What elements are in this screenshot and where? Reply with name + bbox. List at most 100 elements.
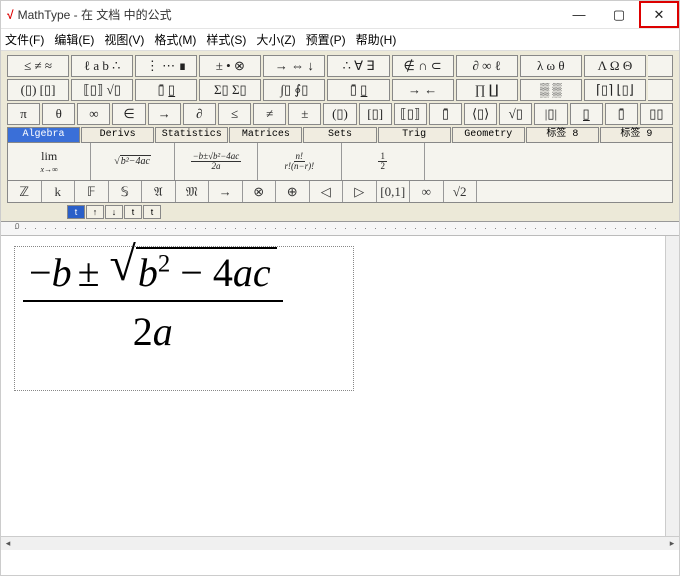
symbol-button[interactable]: k bbox=[42, 181, 76, 202]
palette-button[interactable]: θ bbox=[42, 103, 75, 125]
symbol-button[interactable]: ℤ bbox=[8, 181, 42, 202]
template-button[interactable]: 12 bbox=[342, 143, 425, 180]
palette-button[interactable]: λ ω θ bbox=[520, 55, 582, 77]
palette-button[interactable]: ∈ bbox=[112, 103, 145, 125]
palette-button[interactable]: ▯▯ bbox=[640, 103, 673, 125]
tab-matrices[interactable]: Matrices bbox=[229, 127, 302, 143]
palette-button[interactable]: ▯̄ bbox=[429, 103, 462, 125]
tab-sets[interactable]: Sets bbox=[303, 127, 376, 143]
palette-button[interactable]: π bbox=[7, 103, 40, 125]
palette-button[interactable]: → ← bbox=[392, 79, 454, 101]
palette-button[interactable]: → ⇔ ↓ bbox=[263, 55, 325, 77]
mini-button[interactable]: t bbox=[124, 205, 142, 219]
tab-标签 9[interactable]: 标签 9 bbox=[600, 127, 673, 143]
palette-button[interactable]: ∂ bbox=[183, 103, 216, 125]
palette-button[interactable]: ⟦▯⟧ √▯ bbox=[71, 79, 133, 101]
palette-button[interactable]: ▯̄ bbox=[605, 103, 638, 125]
symbol-button[interactable]: √2 bbox=[444, 181, 478, 202]
symbol-palette-row-3: πθ∞∈→∂≤≠±(▯)[▯]⟦▯⟧▯̄⟨▯⟩√▯|▯|▯̲▯̄▯▯ bbox=[7, 103, 673, 125]
template-button[interactable]: limx→∞ bbox=[8, 143, 91, 180]
menu-preset[interactable]: 预置(P) bbox=[306, 31, 346, 48]
mini-button[interactable]: ↓ bbox=[105, 205, 123, 219]
symbol-button[interactable]: ⊗ bbox=[243, 181, 277, 202]
editor-workspace[interactable]: −b ± √ b2 − 4ac 2a bbox=[1, 236, 679, 536]
symbol-button[interactable]: ▷ bbox=[343, 181, 377, 202]
palette-button[interactable]: |▯| bbox=[534, 103, 567, 125]
symbol-button[interactable] bbox=[477, 181, 672, 202]
template-row: limx→∞√b²−4ac−b±√b²−4ac2an!r!(n−r)!12 bbox=[7, 143, 673, 181]
menu-file[interactable]: 文件(F) bbox=[5, 31, 44, 48]
symbol-button[interactable]: 𝔐 bbox=[176, 181, 210, 202]
palette-button[interactable]: ⌈▯⌉ ⌊▯⌋ bbox=[584, 79, 646, 101]
symbol-button[interactable]: 𝕊 bbox=[109, 181, 143, 202]
symbol-button[interactable]: 𝔄 bbox=[142, 181, 176, 202]
symbol-button[interactable]: → bbox=[209, 181, 243, 202]
palette-button[interactable]: ▒ ▒ bbox=[520, 79, 582, 101]
mini-button[interactable]: t bbox=[143, 205, 161, 219]
tab-derivs[interactable]: Derivs bbox=[81, 127, 154, 143]
symbol-button[interactable]: 𝔽 bbox=[75, 181, 109, 202]
tab-geometry[interactable]: Geometry bbox=[452, 127, 525, 143]
symbol-button[interactable]: [0,1] bbox=[377, 181, 411, 202]
tab-statistics[interactable]: Statistics bbox=[155, 127, 228, 143]
palette-button[interactable]: (▯) [▯] bbox=[7, 79, 69, 101]
template-button[interactable]: √b²−4ac bbox=[91, 143, 174, 180]
palette-button[interactable]: Λ Ω Θ bbox=[584, 55, 646, 77]
menu-size[interactable]: 大小(Z) bbox=[256, 31, 295, 48]
palette-button[interactable]: [▯] bbox=[359, 103, 392, 125]
formula[interactable]: −b ± √ b2 − 4ac 2a bbox=[15, 247, 291, 355]
titlebar: √ MathType - 在 文档 中的公式 ― ▢ ✕ bbox=[1, 1, 679, 29]
symbol-button[interactable]: ⊕ bbox=[276, 181, 310, 202]
menu-format[interactable]: 格式(M) bbox=[154, 31, 196, 48]
palette-overflow[interactable] bbox=[648, 79, 673, 101]
palette-overflow[interactable] bbox=[648, 55, 673, 77]
template-button[interactable]: −b±√b²−4ac2a bbox=[175, 143, 258, 180]
palette-button[interactable]: ∫▯ ∮▯ bbox=[263, 79, 325, 101]
palette-button[interactable]: ∏ ∐ bbox=[456, 79, 518, 101]
palette-button[interactable]: ⟨▯⟩ bbox=[464, 103, 497, 125]
ruler: 0 bbox=[1, 222, 679, 236]
palette-button[interactable]: ⟦▯⟧ bbox=[394, 103, 427, 125]
palette-button[interactable]: ∞ bbox=[77, 103, 110, 125]
template-button[interactable]: n!r!(n−r)! bbox=[258, 143, 341, 180]
minimize-button[interactable]: ― bbox=[559, 1, 599, 28]
palette-button[interactable]: ∂ ∞ ℓ bbox=[456, 55, 518, 77]
palette-button[interactable]: ▯̄ ▯̲ bbox=[327, 79, 389, 101]
mini-button[interactable]: t bbox=[67, 205, 85, 219]
tab-标签 8[interactable]: 标签 8 bbox=[526, 127, 599, 143]
palette-button[interactable]: ≠ bbox=[253, 103, 286, 125]
palette-button[interactable]: (▯) bbox=[323, 103, 356, 125]
palette-button[interactable]: ≤ ≠ ≈ bbox=[7, 55, 69, 77]
palette-button[interactable]: → bbox=[148, 103, 181, 125]
horizontal-scrollbar[interactable]: ◂ ▸ bbox=[1, 536, 679, 550]
symbol-button[interactable]: ◁ bbox=[310, 181, 344, 202]
menubar: 文件(F) 编辑(E) 视图(V) 格式(M) 样式(S) 大小(Z) 预置(P… bbox=[1, 29, 679, 51]
menu-help[interactable]: 帮助(H) bbox=[356, 31, 397, 48]
palette-button[interactable]: ▯̲ bbox=[570, 103, 603, 125]
palette-button[interactable]: √▯ bbox=[499, 103, 532, 125]
maximize-button[interactable]: ▢ bbox=[599, 1, 639, 28]
menu-style[interactable]: 样式(S) bbox=[206, 31, 246, 48]
vertical-scrollbar[interactable] bbox=[665, 236, 679, 536]
scroll-right-icon[interactable]: ▸ bbox=[665, 538, 679, 549]
palette-button[interactable]: ± bbox=[288, 103, 321, 125]
palette-button[interactable]: ≤ bbox=[218, 103, 251, 125]
palette-button[interactable]: ∴ ∀ ∃ bbox=[327, 55, 389, 77]
palette-button[interactable]: ▯̄ ▯̲ bbox=[135, 79, 197, 101]
close-button[interactable]: ✕ bbox=[639, 1, 679, 28]
symbol-button[interactable]: ∞ bbox=[410, 181, 444, 202]
mini-button[interactable]: ↑ bbox=[86, 205, 104, 219]
menu-view[interactable]: 视图(V) bbox=[104, 31, 144, 48]
palette-button[interactable]: Σ▯ Σ▯ bbox=[199, 79, 261, 101]
tab-trig[interactable]: Trig bbox=[378, 127, 451, 143]
palette-button[interactable]: ∉ ∩ ⊂ bbox=[392, 55, 454, 77]
palette-button[interactable]: ⋮ ⋯ ∎ bbox=[135, 55, 197, 77]
window-title: MathType - 在 文档 中的公式 bbox=[18, 6, 559, 23]
scroll-left-icon[interactable]: ◂ bbox=[1, 538, 15, 549]
palette-button[interactable]: ℓ a b ∴ bbox=[71, 55, 133, 77]
palette-button[interactable]: ± • ⊗ bbox=[199, 55, 261, 77]
selection-box: −b ± √ b2 − 4ac 2a bbox=[14, 246, 354, 391]
tab-algebra[interactable]: Algebra bbox=[7, 127, 80, 143]
template-button[interactable] bbox=[425, 143, 672, 180]
menu-edit[interactable]: 编辑(E) bbox=[54, 31, 94, 48]
